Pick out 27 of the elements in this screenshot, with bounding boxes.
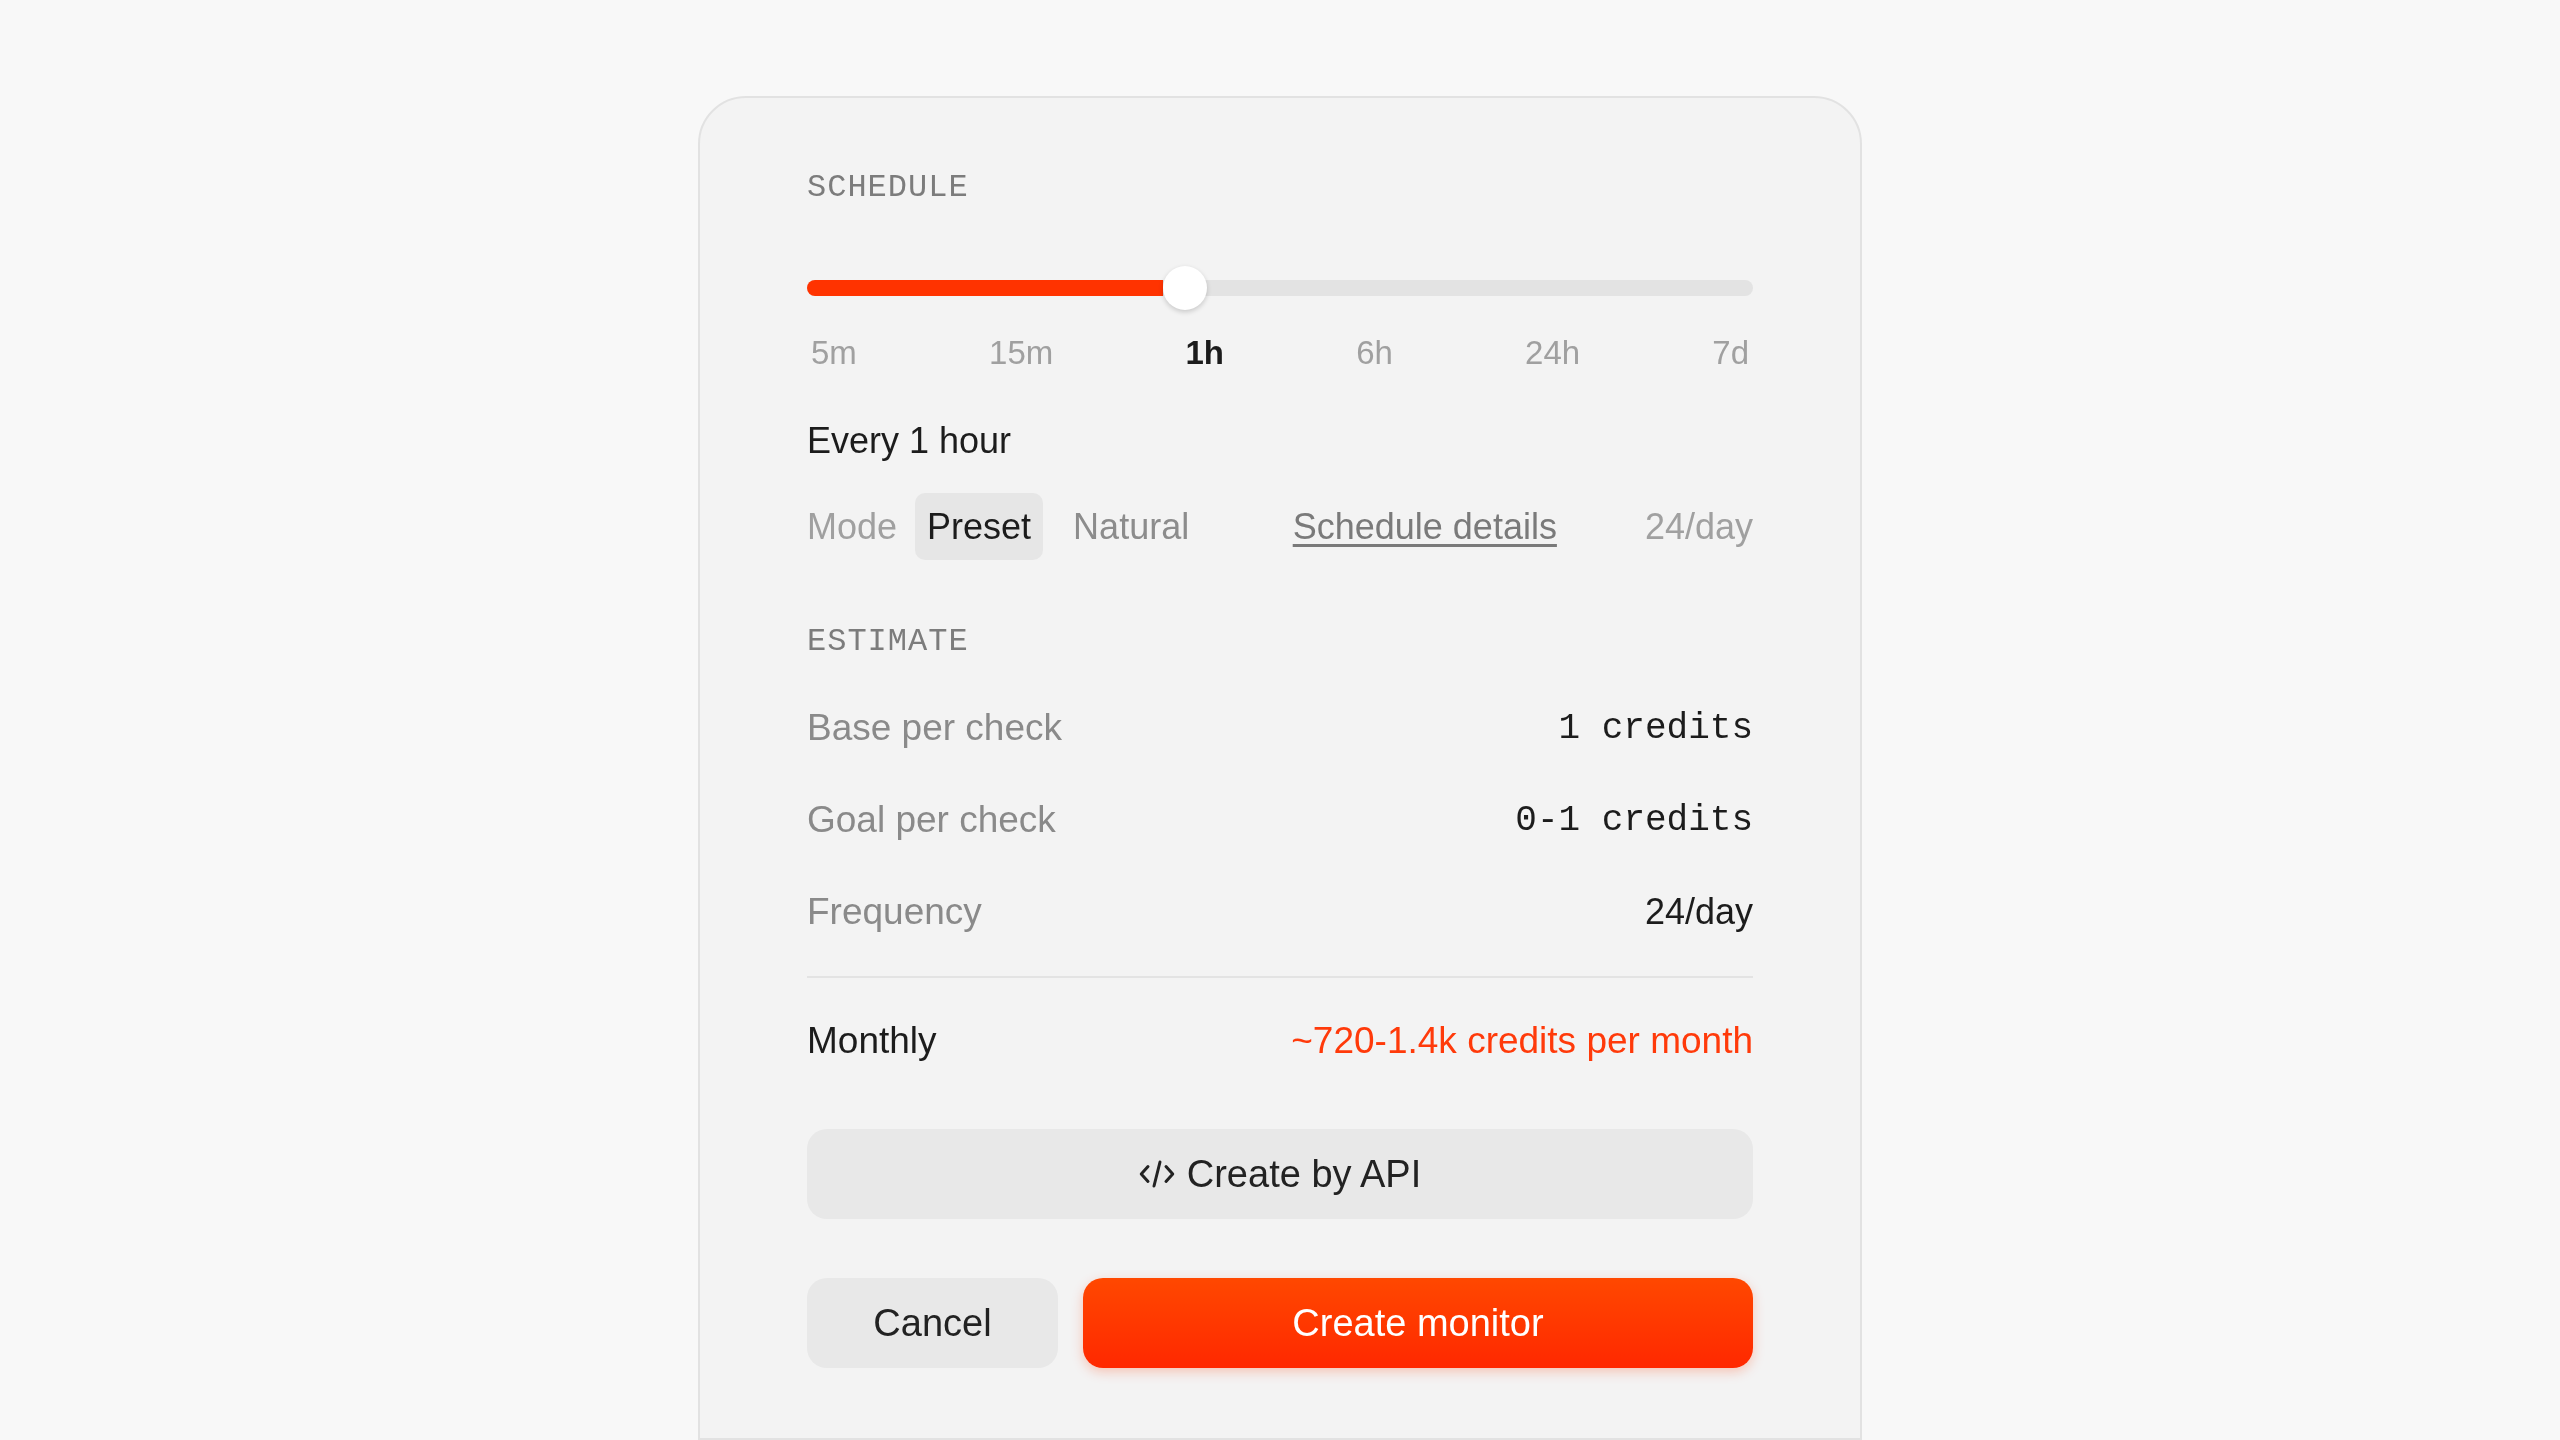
mode-option[interactable]: Natural (1061, 493, 1202, 560)
create-by-api-button[interactable]: Create by API (807, 1129, 1753, 1219)
total-label: Monthly (807, 1020, 937, 1062)
estimate-label: Goal per check (807, 799, 1056, 841)
estimate-value: 0-1 credits (1515, 799, 1753, 841)
mode-label: Mode (807, 505, 898, 548)
estimate-value: 1 credits (1558, 707, 1753, 749)
interval-option[interactable]: 7d (1708, 333, 1753, 373)
rate-text: 24/day (1644, 505, 1753, 548)
cancel-button[interactable]: Cancel (807, 1278, 1058, 1368)
interval-option[interactable]: 5m (807, 333, 861, 373)
estimate-label: Frequency (807, 891, 982, 933)
code-icon (1138, 1159, 1175, 1189)
estimate-label: Base per check (807, 707, 1063, 749)
slider-thumb[interactable] (1163, 265, 1208, 310)
interval-option[interactable]: 15m (985, 333, 1058, 373)
mode-option[interactable]: Preset (915, 493, 1044, 560)
interval-option[interactable]: 24h (1521, 333, 1585, 373)
create-monitor-button[interactable]: Create monitor (1083, 1278, 1753, 1368)
schedule-summary: Every 1 hour (807, 419, 1012, 463)
section-heading: SCHEDULE (807, 168, 969, 208)
total-value: ~720-1.4k credits per month (1291, 1020, 1753, 1062)
section-heading: ESTIMATE (807, 622, 969, 662)
schedule-details-link[interactable]: Schedule details (1292, 505, 1557, 548)
interval-option[interactable]: 6h (1352, 333, 1397, 373)
interval-option[interactable]: 1h (1181, 333, 1228, 373)
estimate-value: 24/day (1644, 891, 1753, 933)
